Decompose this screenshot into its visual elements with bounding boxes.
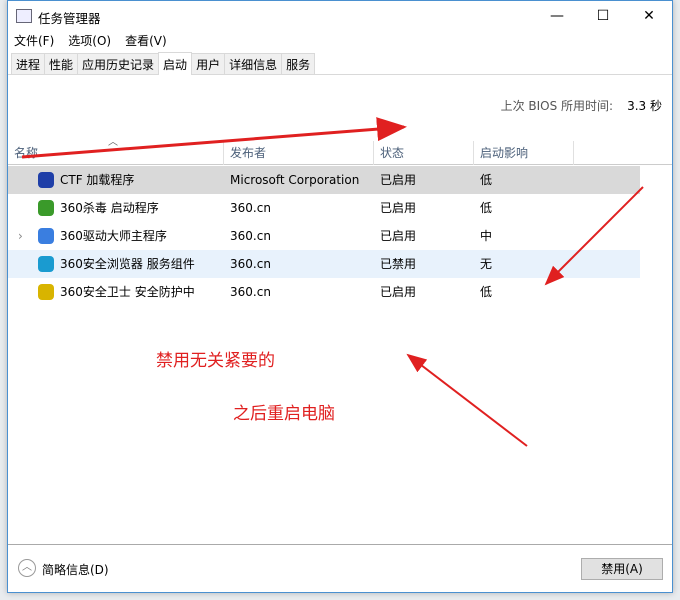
arrow-annotation [544,186,644,286]
annotation-arrows [21,117,644,447]
annotation-note-2: 之后重启电脑 [233,404,335,424]
annotation-note-1: 禁用无关紧要的 [156,351,275,371]
arrow-annotation [406,353,528,447]
arrow-annotation [21,117,407,159]
